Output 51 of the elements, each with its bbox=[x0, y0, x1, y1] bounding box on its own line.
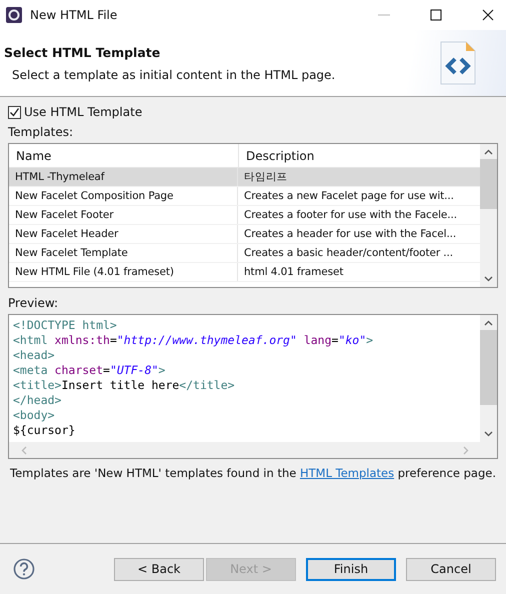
window-title: New HTML File bbox=[30, 8, 118, 22]
checkbox-label[interactable]: Use HTML Template bbox=[24, 105, 142, 119]
help-icon[interactable] bbox=[13, 558, 35, 580]
table-cell-text: Creates a basic header/content/footer ... bbox=[243, 246, 454, 261]
scrollbar[interactable] bbox=[480, 315, 497, 442]
app-icon bbox=[6, 7, 22, 23]
section-label: Preview: bbox=[8, 296, 60, 310]
preference-link[interactable]: HTML Templates bbox=[300, 466, 394, 480]
code-line: <body> bbox=[13, 408, 56, 423]
html-file-icon bbox=[440, 41, 476, 85]
scroll-down-icon[interactable] bbox=[484, 276, 493, 282]
close-icon[interactable] bbox=[482, 9, 494, 21]
section-label: Templates: bbox=[8, 125, 74, 139]
table-cell: New Facelet Footer bbox=[9, 206, 238, 224]
table-cell: HTML -Thymeleaf bbox=[9, 168, 238, 186]
code-line: <!DOCTYPE html> bbox=[13, 318, 118, 333]
table-cell: New Facelet Template bbox=[9, 244, 238, 262]
page-description: Select a template as initial content in the HTML page. bbox=[12, 68, 336, 82]
table-row[interactable]: New Facelet Template Creates a basic header/content/footer ... bbox=[9, 244, 480, 263]
table-cell-text: Creates a new Facelet page for use wit... bbox=[243, 189, 455, 204]
code-line: <head> bbox=[13, 348, 56, 363]
table-row[interactable]: New Facelet Header Creates a header for use with the Facel... bbox=[9, 225, 480, 244]
scroll-down-icon[interactable] bbox=[484, 431, 493, 437]
scroll-up-icon[interactable] bbox=[484, 149, 493, 155]
table-cell-text: 타임리프 bbox=[243, 170, 289, 185]
column-header[interactable]: Name bbox=[9, 144, 239, 167]
table-cell-text: Creates a footer for use with the Facele... bbox=[243, 208, 458, 223]
table-cell: New HTML File (4.01 frameset) bbox=[9, 263, 238, 281]
code-line: <html xmlns:th="http://www.thymeleaf.org" lang="ko"> bbox=[13, 333, 374, 348]
column-header[interactable]: Description bbox=[239, 144, 480, 167]
scroll-up-icon[interactable] bbox=[484, 320, 493, 326]
table-cell-text: html 4.01 frameset bbox=[243, 265, 344, 280]
table-row[interactable]: New Facelet Composition Page Creates a new Facelet page for use wit... bbox=[9, 187, 480, 206]
page-title: Select HTML Template bbox=[4, 44, 162, 60]
code-line: <meta charset="UTF-8"> bbox=[13, 363, 166, 378]
dialog-button[interactable]: Finish bbox=[306, 558, 396, 580]
scrollbar[interactable] bbox=[480, 144, 497, 287]
dialog-button[interactable]: Cancel bbox=[406, 558, 496, 580]
dialog-button[interactable]: < Back bbox=[114, 558, 204, 580]
code-line: </head> bbox=[13, 393, 62, 408]
checkbox[interactable] bbox=[8, 106, 21, 118]
note-text: Templates are 'New HTML' templates found in the HTML Templates preference page. bbox=[10, 466, 496, 480]
maximize-icon[interactable] bbox=[430, 9, 442, 21]
code-line: ${cursor} bbox=[13, 423, 76, 438]
table-row[interactable]: New HTML File (4.01 frameset) html 4.01 frameset bbox=[9, 263, 480, 282]
table-cell-text: Creates a header for use with the Facel... bbox=[243, 227, 458, 242]
table-row[interactable]: HTML -Thymeleaf 타임리프 bbox=[9, 168, 480, 187]
code-line: <title>Insert title here</title> bbox=[13, 378, 236, 393]
table-row[interactable]: New Facelet Footer Creates a footer for use with the Facele... bbox=[9, 206, 480, 225]
table-cell: New Facelet Composition Page bbox=[9, 187, 238, 205]
table-cell: New Facelet Header bbox=[9, 225, 238, 243]
